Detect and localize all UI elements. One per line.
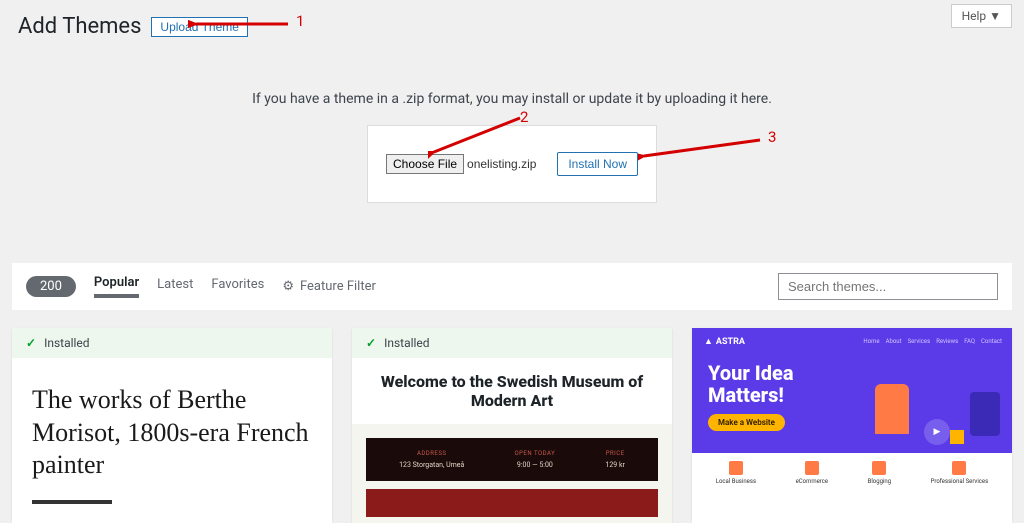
nav-item: Services <box>908 338 931 345</box>
nav-item: Contact <box>981 338 1002 345</box>
installed-label: Installed <box>44 336 90 350</box>
theme-filter-bar: 200 Popular Latest Favorites ⚙ Feature F… <box>12 263 1012 310</box>
tab-label: Professional Services <box>931 478 989 485</box>
info-value: 9:00 — 5:00 <box>515 461 556 469</box>
help-dropdown[interactable]: Help ▼ <box>951 4 1012 28</box>
upload-theme-button[interactable]: Upload Theme <box>151 17 248 37</box>
hero-cta: Make a Website <box>708 414 785 431</box>
preview-info-box: ADDRESS 123 Storgatan, Umeå OPEN TODAY 9:0… <box>366 438 658 481</box>
installed-badge: ✓ Installed <box>352 328 672 358</box>
preview-tabs: Local Business eCommerce Blogging Profes… <box>692 453 1012 493</box>
preview-divider <box>32 500 112 504</box>
tab-icon <box>872 461 886 475</box>
tab-popular[interactable]: Popular <box>94 275 139 298</box>
preview-tab: Local Business <box>716 461 756 485</box>
feature-filter-label: Feature Filter <box>300 279 376 294</box>
preview-headline: The works of Berthe Morisot, 1800s-era F… <box>32 384 312 482</box>
theme-preview: ▲ASTRA Home About Services Reviews FAQ Contac… <box>692 328 1012 493</box>
tab-label: Local Business <box>716 478 756 485</box>
upload-panel: Choose File onelisting.zip Install Now <box>367 125 657 203</box>
theme-count-badge: 200 <box>26 276 76 297</box>
theme-card[interactable]: ✓ Installed The works of Berthe Morisot,… <box>12 328 332 523</box>
info-label: OPEN TODAY <box>515 450 556 457</box>
choose-file-button[interactable]: Choose File <box>386 154 464 174</box>
annotation-arrow <box>638 132 768 162</box>
file-input-group: Choose File onelisting.zip <box>386 154 536 174</box>
preview-tab: Blogging <box>868 461 892 485</box>
themes-grid: ✓ Installed The works of Berthe Morisot,… <box>0 310 1024 523</box>
annotation-number: 2 <box>520 108 528 126</box>
theme-preview: The works of Berthe Morisot, 1800s-era F… <box>12 358 332 523</box>
page-header: Add Themes Upload Theme <box>0 0 1024 53</box>
theme-preview: Welcome to the Swedish Museum of Modern … <box>352 358 672 523</box>
preview-headline: Welcome to the Swedish Museum of Modern … <box>352 358 672 424</box>
annotation-number: 3 <box>768 128 776 146</box>
installed-label: Installed <box>384 336 430 350</box>
tab-icon <box>729 461 743 475</box>
preview-tab: Professional Services <box>931 461 989 485</box>
search-input[interactable] <box>778 273 998 300</box>
preview-logo: ▲ASTRA <box>704 336 745 347</box>
gear-icon: ⚙ <box>282 279 294 294</box>
tab-favorites[interactable]: Favorites <box>211 277 264 296</box>
info-label: ADDRESS <box>399 450 464 457</box>
info-label: PRICE <box>605 450 624 457</box>
preview-illustration: ▶ <box>870 364 1000 444</box>
theme-card[interactable]: ✓ Installed Welcome to the Swedish Museu… <box>352 328 672 523</box>
selected-file-name: onelisting.zip <box>467 157 536 171</box>
shape-icon <box>875 384 909 434</box>
info-value: 123 Storgatan, Umeå <box>399 461 464 469</box>
shape-icon <box>950 430 964 444</box>
nav-item: Home <box>863 338 879 345</box>
check-icon: ✓ <box>26 336 36 350</box>
preview-image <box>366 489 658 517</box>
info-col: OPEN TODAY 9:00 — 5:00 <box>515 450 556 469</box>
tab-icon <box>805 461 819 475</box>
install-now-button[interactable]: Install Now <box>557 152 638 176</box>
tab-icon <box>952 461 966 475</box>
logo-icon: ▲ <box>704 336 713 347</box>
tab-latest[interactable]: Latest <box>157 277 193 296</box>
theme-card[interactable]: ▲ASTRA Home About Services Reviews FAQ Contac… <box>692 328 1012 523</box>
nav-item: FAQ <box>964 338 975 345</box>
nav-item: About <box>886 338 902 345</box>
play-icon: ▶ <box>924 419 950 445</box>
preview-tab: eCommerce <box>796 461 829 485</box>
tab-label: eCommerce <box>796 478 829 485</box>
installed-badge: ✓ Installed <box>12 328 332 358</box>
preview-nav: Home About Services Reviews FAQ Contact <box>863 338 1002 345</box>
upload-instruction: If you have a theme in a .zip format, yo… <box>0 91 1024 107</box>
logo-text: ASTRA <box>716 337 745 347</box>
shape-icon <box>970 392 1000 436</box>
tab-feature-filter[interactable]: ⚙ Feature Filter <box>282 279 376 294</box>
info-col: PRICE 129 kr <box>605 450 624 469</box>
info-value: 129 kr <box>605 461 624 469</box>
page-title: Add Themes <box>18 14 141 39</box>
info-col: ADDRESS 123 Storgatan, Umeå <box>399 450 464 469</box>
tab-label: Blogging <box>868 478 892 485</box>
check-icon: ✓ <box>366 336 376 350</box>
nav-item: Reviews <box>936 338 958 345</box>
